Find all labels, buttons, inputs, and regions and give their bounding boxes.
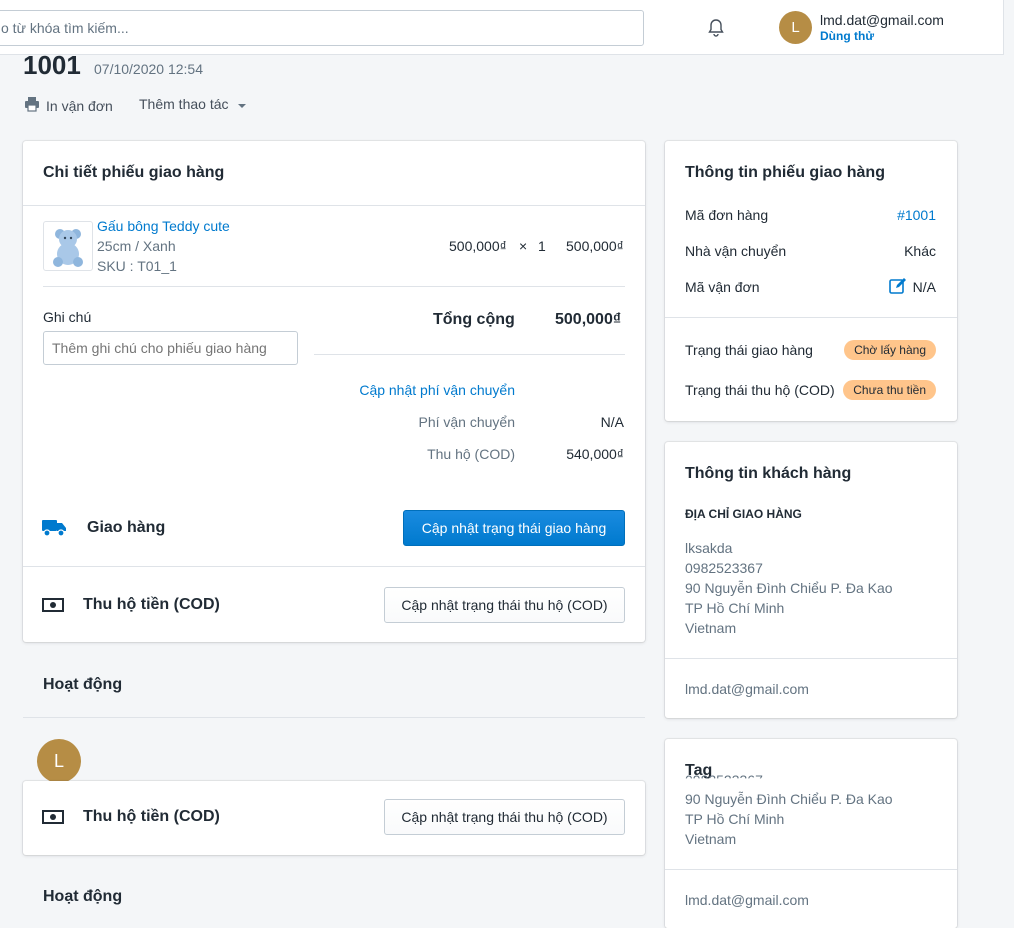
- activity-avatar: L: [37, 739, 81, 783]
- bell-icon[interactable]: [704, 16, 728, 40]
- cod-status-label: Trạng thái thu hộ (COD): [685, 382, 835, 398]
- customer-email: lmd.dat@gmail.com: [685, 681, 809, 697]
- shipping-fee-label: Phí vận chuyển: [418, 414, 515, 430]
- divider: [665, 317, 957, 318]
- update-cod-status-button[interactable]: Cập nhật trạng thái thu hộ (COD): [384, 799, 625, 835]
- cash-icon: [42, 810, 64, 827]
- more-actions-label: Thêm thao tác: [139, 96, 229, 112]
- divider: [43, 286, 625, 287]
- print-shipping-label-button[interactable]: In vận đơn: [24, 96, 113, 115]
- print-label: In vận đơn: [46, 97, 113, 114]
- edit-icon[interactable]: [889, 277, 907, 298]
- order-date: 07/10/2020 12:54: [94, 61, 203, 77]
- update-delivery-status-button[interactable]: Cập nhật trạng thái giao hàng: [403, 510, 625, 546]
- product-quantity: 1: [538, 238, 546, 254]
- cod-section-label: Thu hộ tiền (COD): [83, 808, 220, 825]
- total-label: Tổng cộng: [433, 311, 515, 328]
- customer-city: TP Hồ Chí Minh: [685, 600, 785, 616]
- user-email[interactable]: lmd.dat@gmail.com: [820, 12, 944, 28]
- user-avatar[interactable]: L: [779, 11, 812, 44]
- note-input[interactable]: [43, 331, 298, 365]
- search-input[interactable]: [1, 11, 601, 45]
- customer-name: lksakda: [685, 540, 733, 556]
- total-value: 500,000₫: [555, 311, 622, 328]
- activity-divider: [23, 717, 645, 718]
- cod-status-badge: Chưa thu tiền: [843, 380, 936, 400]
- shipping-fee-value: N/A: [600, 414, 624, 430]
- tag-card: Tag 0982523367 90 Nguyễn Đình Chiểu P. Đ…: [665, 739, 957, 928]
- customer-email: lmd.dat@gmail.com: [685, 892, 809, 908]
- cod-amount-value: 540,000₫: [566, 446, 624, 462]
- product-name-link[interactable]: Gấu bông Teddy cute: [97, 218, 230, 234]
- divider: [665, 658, 957, 659]
- delivery-status-label: Trạng thái giao hàng: [685, 342, 813, 358]
- shipment-detail-title: Chi tiết phiếu giao hàng: [43, 164, 225, 181]
- divider: [23, 566, 645, 567]
- divider: [23, 205, 645, 206]
- product-line-total: 500,000₫: [566, 238, 624, 254]
- cod-amount-label: Thu hộ (COD): [427, 446, 515, 462]
- user-plan: Dùng thử: [820, 29, 875, 43]
- shipment-info-card: Thông tin phiếu giao hàng Mã đơn hàng #1…: [665, 141, 957, 421]
- search-box[interactable]: [0, 10, 644, 46]
- cod-section-label: Thu hộ tiền (COD): [83, 596, 220, 613]
- customer-phone: 0982523367: [685, 560, 763, 576]
- divider: [314, 354, 625, 355]
- activity-title: Hoạt động: [43, 676, 123, 693]
- caret-down-icon: [237, 96, 247, 112]
- update-cod-status-button[interactable]: Cập nhật trạng thái thu hộ (COD): [384, 587, 625, 623]
- customer-country: Vietnam: [685, 620, 737, 636]
- cash-icon: [42, 598, 64, 615]
- order-code-link[interactable]: #1001: [897, 207, 936, 223]
- delivery-label: Giao hàng: [87, 519, 166, 536]
- product-sku: SKU : T01_1: [97, 258, 177, 274]
- top-divider: [1003, 0, 1004, 55]
- activity-title: Hoạt động: [43, 888, 123, 905]
- customer-city: TP Hồ Chí Minh: [685, 811, 785, 827]
- shipping-address-heading: ĐỊA CHỈ GIAO HÀNG: [685, 507, 802, 521]
- shipment-detail-card: Chi tiết phiếu giao hàng Gấu bông Teddy …: [23, 141, 645, 642]
- carrier-value: Khác: [904, 243, 936, 259]
- customer-street: 90 Nguyễn Đình Chiểu P. Đa Kao: [685, 791, 893, 807]
- carrier-label: Nhà vận chuyển: [685, 243, 787, 259]
- customer-info-card: Thông tin khách hàng ĐỊA CHỈ GIAO HÀNG l…: [665, 442, 957, 718]
- truck-icon: [42, 519, 68, 540]
- shipment-info-title: Thông tin phiếu giao hàng: [685, 164, 885, 181]
- product-variant: 25cm / Xanh: [97, 238, 176, 254]
- note-label: Ghi chú: [43, 309, 92, 325]
- product-price: 500,000₫: [449, 238, 507, 254]
- cod-card-duplicate: Thu hộ tiền (COD) Cập nhật trạng thái th…: [23, 781, 645, 855]
- product-thumbnail[interactable]: [43, 221, 93, 271]
- customer-street: 90 Nguyễn Đình Chiểu P. Đa Kao: [685, 580, 893, 596]
- customer-country: Vietnam: [685, 831, 737, 847]
- order-number: 1001: [23, 50, 81, 80]
- tracking-value: N/A: [912, 279, 936, 295]
- printer-icon: [24, 96, 40, 115]
- customer-info-title: Thông tin khách hàng: [685, 465, 852, 482]
- order-code-label: Mã đơn hàng: [685, 207, 769, 223]
- multiply-sign: ×: [519, 238, 528, 254]
- more-actions-dropdown[interactable]: Thêm thao tác: [139, 96, 247, 112]
- top-bar: L lmd.dat@gmail.com Dùng thử: [0, 0, 1004, 55]
- update-shipping-fee-link[interactable]: Cập nhật phí vận chuyển: [359, 382, 515, 398]
- tracking-label: Mã vận đơn: [685, 279, 760, 295]
- divider: [665, 869, 957, 870]
- delivery-status-badge: Chờ lấy hàng: [844, 340, 936, 360]
